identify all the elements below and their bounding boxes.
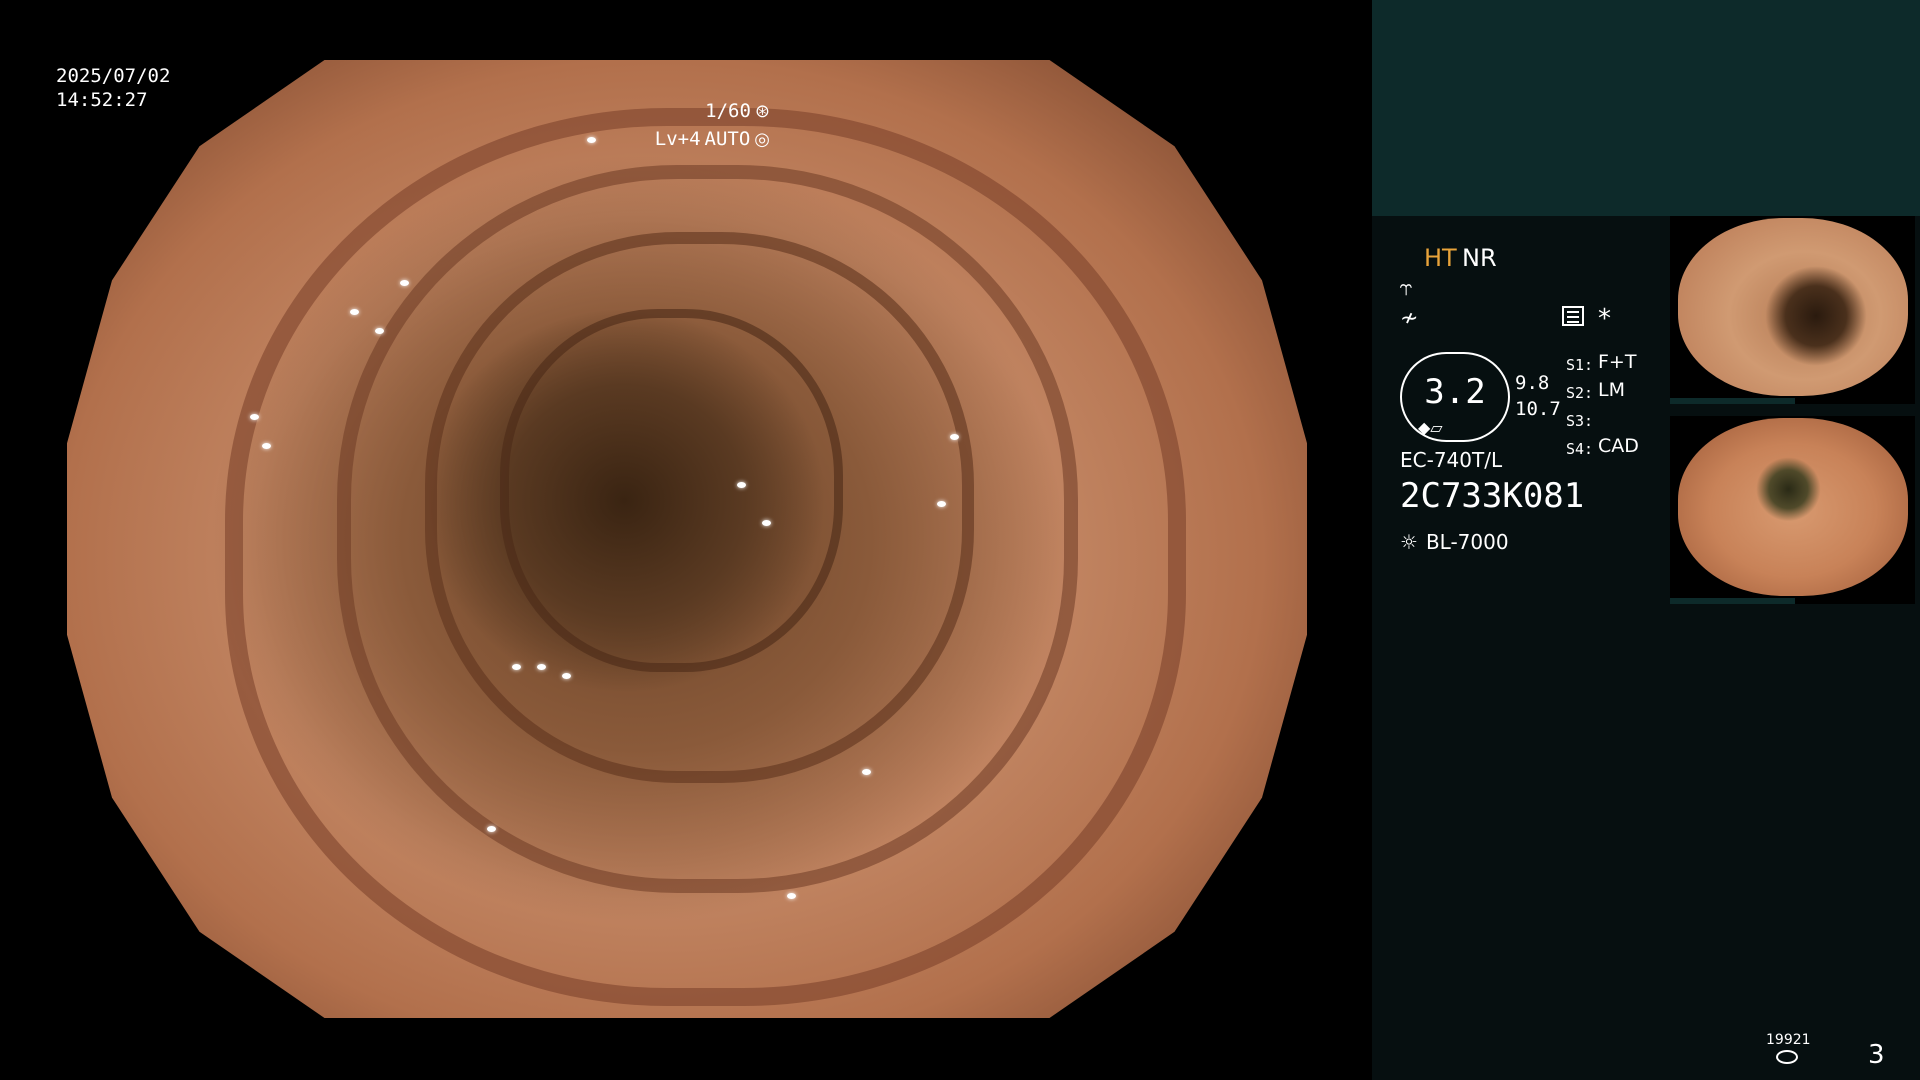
sun-icon: ☼	[1400, 530, 1418, 554]
menu-icon	[1562, 306, 1584, 326]
zoom-sub-value-1: 9.8	[1515, 372, 1550, 394]
mode-ht-label: HT	[1424, 244, 1457, 272]
switch-slots: S1: F+T S2: LM S3: S4: CAD	[1566, 350, 1639, 462]
zoom-marker-icon: ◆▱	[1418, 418, 1443, 437]
zoom-value: 3.2	[1424, 372, 1486, 412]
slot-key: S4:	[1566, 440, 1594, 458]
slot-row: S1: F+T	[1566, 350, 1639, 378]
specular-highlight	[762, 519, 771, 526]
specular-highlight	[349, 309, 359, 316]
endoscope-viewer: 2025/07/02 14:52:27 1/60 ⊛ Lv+4 AUTO ◎	[0, 0, 1372, 1080]
capture-thumbnail[interactable]	[1670, 216, 1915, 404]
exposure-readout: Lv+4 AUTO ◎	[655, 128, 770, 150]
image-count: 19921	[1766, 1032, 1811, 1048]
slot-key: S2:	[1566, 384, 1594, 402]
specular-highlight	[512, 663, 521, 670]
thumbnail-strip	[1670, 598, 1795, 604]
asterisk-icon: *	[1598, 304, 1611, 334]
specular-highlight	[374, 328, 384, 335]
specular-highlight	[937, 500, 946, 507]
slot-row: S2: LM	[1566, 378, 1639, 406]
slot-row: S3:	[1566, 406, 1639, 434]
capture-thumbnail[interactable]	[1670, 416, 1915, 604]
scope-model: EC-740T/L	[1400, 448, 1503, 472]
shutter-readout: 1/60 ⊛	[705, 100, 770, 122]
slot-value: CAD	[1598, 435, 1639, 457]
specular-highlight	[537, 663, 546, 670]
level-text: Lv+4	[654, 128, 701, 150]
slot-key: S1:	[1566, 356, 1594, 374]
timestamp: 2025/07/02 14:52:27	[56, 64, 170, 112]
slot-row: S4: CAD	[1566, 434, 1639, 462]
specular-highlight	[862, 768, 871, 775]
scope-serial: 2C733K081	[1400, 476, 1585, 516]
aperture-icon: ⊛	[754, 100, 770, 122]
iris-icon: ◎	[754, 128, 770, 150]
thumbnail-image	[1678, 218, 1908, 396]
mode-nr-label: NR	[1462, 244, 1497, 272]
light-source: ☼ BL-7000	[1400, 530, 1509, 554]
exposure-mode-text: AUTO	[704, 128, 751, 150]
shutter-text: 1/60	[705, 100, 751, 122]
specular-highlight	[949, 433, 959, 440]
thumbnail-strip	[1670, 398, 1795, 404]
structure-icon: ≁	[1400, 306, 1419, 331]
mucosa-fold	[499, 309, 843, 672]
time-text: 14:52:27	[56, 89, 148, 111]
zoom-sub-value-2: 10.7	[1515, 398, 1561, 420]
light-source-label: BL-7000	[1425, 530, 1509, 554]
date-text: 2025/07/02	[56, 65, 171, 87]
specular-highlight	[587, 136, 596, 143]
thumbnail-image	[1678, 418, 1908, 596]
page-number: 3	[1868, 1040, 1885, 1070]
enhancement-icon: ⥾	[1400, 276, 1413, 301]
slot-key: S3:	[1566, 412, 1594, 430]
endoscope-live-image	[67, 60, 1307, 1018]
slot-value: LM	[1598, 379, 1625, 401]
panel-header-area	[1372, 0, 1920, 216]
specular-highlight	[737, 481, 746, 488]
database-icon	[1776, 1050, 1798, 1064]
slot-value: F+T	[1598, 351, 1637, 373]
